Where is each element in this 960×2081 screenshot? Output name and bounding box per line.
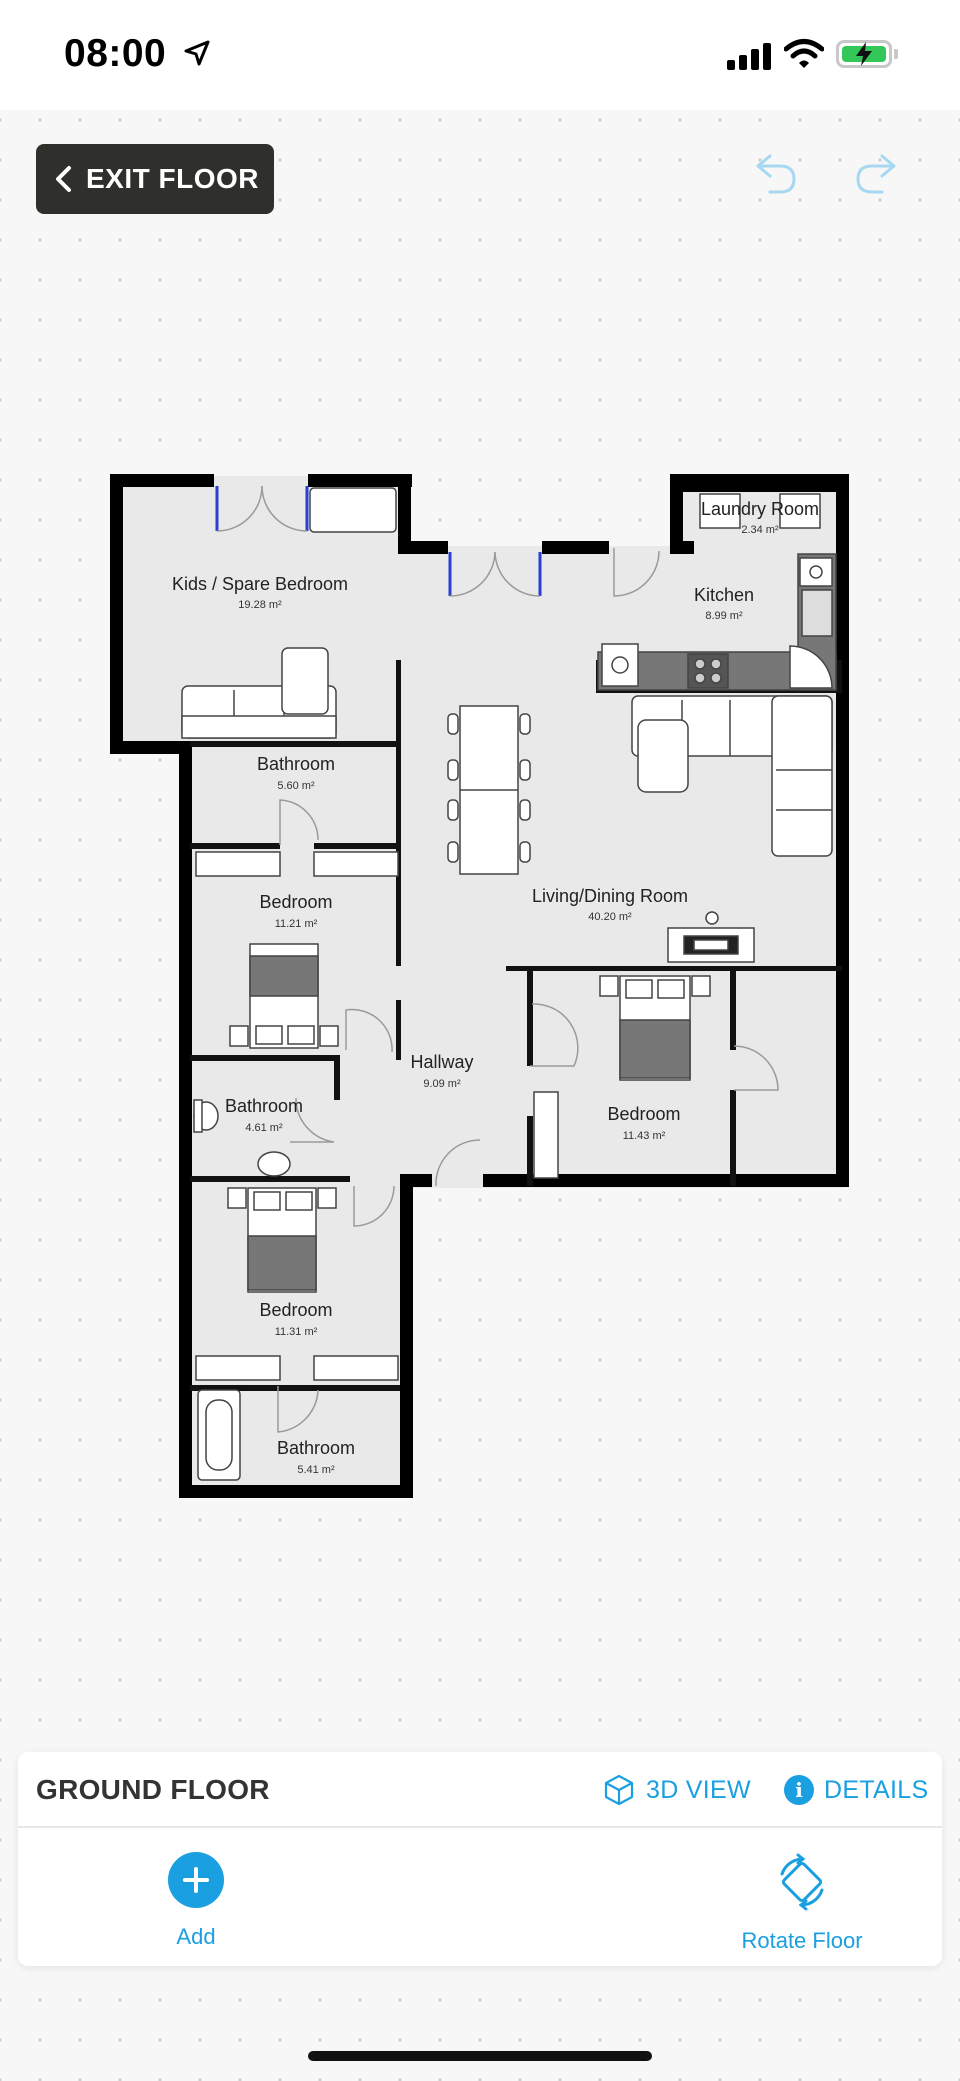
room-name: Bedroom	[259, 1300, 332, 1320]
room-area: 11.43 m²	[623, 1130, 666, 1142]
3d-view-button[interactable]: 3D VIEW	[602, 1770, 751, 1810]
room-name: Kitchen	[694, 585, 754, 605]
rotate-floor-label: Rotate Floor	[741, 1928, 863, 1953]
rotate-icon	[780, 1853, 824, 1911]
room-area: 5.41 m²	[297, 1464, 335, 1476]
room-name: Bathroom	[225, 1096, 303, 1116]
room-area: 9.09 m²	[423, 1078, 461, 1090]
dining-table	[447, 705, 531, 875]
room-area: 8.99 m²	[705, 610, 743, 622]
3d-view-label: 3D VIEW	[646, 1775, 751, 1804]
plus-icon	[168, 1852, 224, 1908]
room-area: 4.61 m²	[245, 1122, 283, 1134]
info-icon: i	[784, 1775, 814, 1805]
room-area: 11.21 m²	[275, 918, 318, 930]
room-name: Bathroom	[257, 754, 335, 774]
room-name: Bedroom	[607, 1104, 680, 1124]
room-name: Living/Dining Room	[532, 886, 688, 906]
room-area: 40.20 m²	[588, 911, 632, 923]
cube-icon	[604, 1774, 634, 1806]
laundry-room-walls	[683, 487, 836, 492]
room-name: Laundry Room	[701, 499, 819, 519]
floor-panel: GROUND FLOOR 3D VIEW i DETAILS Add Rotat…	[18, 1752, 942, 1966]
details-button[interactable]: i DETAILS	[784, 1770, 928, 1810]
add-label: Add	[176, 1924, 216, 1949]
rotate-floor-button[interactable]: Rotate Floor	[712, 1852, 892, 1954]
room-area: 5.60 m²	[277, 780, 315, 792]
room-area: 11.31 m²	[275, 1326, 318, 1338]
floor-plan[interactable]: Kids / Spare Bedroom 19.28 m² Laundry Ro…	[0, 0, 960, 1560]
chest-kids-room	[309, 487, 397, 533]
room-name: Bedroom	[259, 892, 332, 912]
room-area: 19.28 m²	[238, 599, 282, 611]
room-area: 2.34 m²	[741, 524, 779, 536]
panel-divider	[18, 1826, 942, 1828]
details-label: DETAILS	[824, 1775, 929, 1804]
room-name: Kids / Spare Bedroom	[172, 574, 348, 594]
add-button[interactable]: Add	[150, 1852, 242, 1950]
room-name: Bathroom	[277, 1438, 355, 1458]
floor-name: GROUND FLOOR	[36, 1774, 270, 1805]
home-indicator[interactable]	[308, 2051, 652, 2061]
room-name: Hallway	[410, 1052, 473, 1072]
